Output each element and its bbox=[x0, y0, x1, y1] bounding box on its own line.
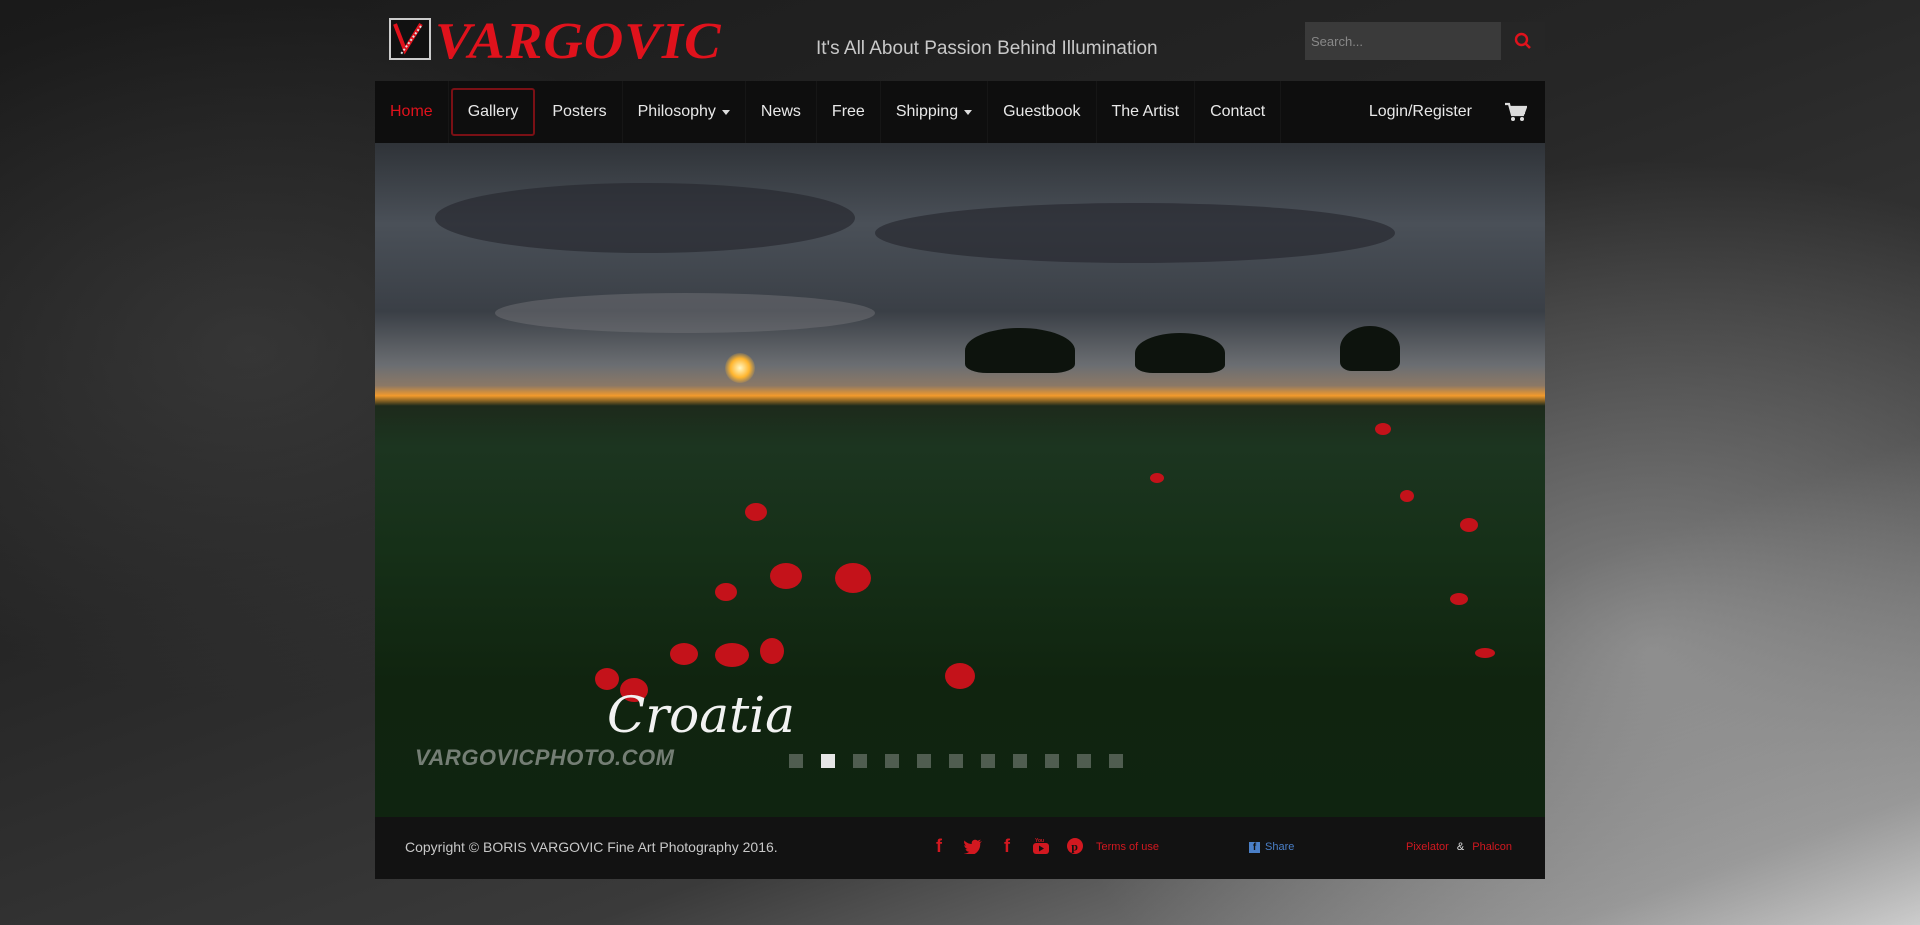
nav-label: Philosophy bbox=[637, 103, 716, 120]
login-label: Login/Register bbox=[1368, 103, 1472, 120]
search-icon bbox=[1514, 32, 1531, 49]
social-links: f f You p bbox=[929, 836, 1085, 856]
youtube-icon[interactable]: You bbox=[1031, 836, 1051, 856]
nav-gallery[interactable]: Gallery bbox=[450, 88, 536, 136]
nav-label: Posters bbox=[552, 103, 607, 120]
nav-label: Free bbox=[831, 103, 865, 120]
slider-dot[interactable] bbox=[917, 754, 931, 768]
twitter-icon[interactable] bbox=[963, 836, 983, 856]
nav-label: News bbox=[760, 103, 801, 120]
facebook-icon[interactable]: f bbox=[997, 836, 1017, 856]
slider-dot[interactable] bbox=[949, 754, 963, 768]
slider-dot[interactable] bbox=[981, 754, 995, 768]
nav-free[interactable]: Free bbox=[817, 81, 881, 143]
nav-philosophy[interactable]: Philosophy bbox=[623, 81, 746, 143]
cart-icon bbox=[1505, 102, 1527, 121]
nav-the-artist[interactable]: The Artist bbox=[1097, 81, 1196, 143]
footer: Copyright © BORIS VARGOVIC Fine Art Phot… bbox=[375, 817, 1545, 879]
slider-dot[interactable] bbox=[1045, 754, 1059, 768]
caret-down-icon bbox=[964, 109, 973, 115]
slider-dot[interactable] bbox=[789, 754, 803, 768]
copyright-text: Copyright © BORIS VARGOVIC Fine Art Phot… bbox=[405, 839, 778, 855]
terms-of-use-link[interactable]: Terms of use bbox=[1096, 841, 1159, 853]
slider-dot[interactable] bbox=[853, 754, 867, 768]
nav-label: Shipping bbox=[895, 103, 959, 120]
search-input[interactable] bbox=[1305, 22, 1501, 60]
slider-dot[interactable] bbox=[1109, 754, 1123, 768]
main-navbar: Home Gallery Posters Philosophy News Fre… bbox=[375, 81, 1545, 143]
facebook-share-button[interactable]: f Share bbox=[1249, 841, 1294, 853]
credits: Pixelator & Phalcon bbox=[1406, 841, 1512, 853]
slider-dot[interactable] bbox=[1077, 754, 1091, 768]
nav-news[interactable]: News bbox=[746, 81, 817, 143]
search-bar bbox=[1305, 22, 1545, 60]
watermark: VARGOVICPHOTO.COM bbox=[415, 745, 675, 770]
login-register-link[interactable]: Login/Register bbox=[1354, 81, 1487, 143]
hero-slider[interactable]: Croatia VARGOVICPHOTO.COM bbox=[375, 143, 1545, 817]
caret-down-icon bbox=[721, 109, 730, 115]
credit-separator: & bbox=[1456, 841, 1465, 853]
pinterest-icon[interactable]: p bbox=[1065, 836, 1085, 856]
nav-home[interactable]: Home bbox=[375, 81, 449, 143]
slider-pagination bbox=[789, 754, 1123, 768]
slider-dot[interactable] bbox=[885, 754, 899, 768]
logo-text[interactable]: VARGOVIC bbox=[435, 12, 722, 71]
nav-label: Contact bbox=[1210, 103, 1266, 120]
facebook-icon[interactable]: f bbox=[929, 836, 949, 856]
logo-icon[interactable] bbox=[389, 18, 431, 60]
nav-label: Home bbox=[390, 103, 433, 120]
share-label: Share bbox=[1265, 841, 1295, 853]
svg-text:p: p bbox=[1071, 840, 1078, 854]
nav-guestbook[interactable]: Guestbook bbox=[988, 81, 1097, 143]
nav-label: The Artist bbox=[1111, 103, 1180, 120]
nav-right: Login/Register bbox=[1354, 81, 1545, 143]
phalcon-link[interactable]: Phalcon bbox=[1472, 841, 1512, 853]
nav-label: Guestbook bbox=[1003, 103, 1081, 120]
nav-posters[interactable]: Posters bbox=[537, 81, 623, 143]
nav-shipping[interactable]: Shipping bbox=[881, 81, 989, 143]
svg-text:You: You bbox=[1035, 838, 1044, 844]
slide-caption: Croatia bbox=[607, 686, 795, 744]
facebook-square-icon: f bbox=[1249, 841, 1260, 853]
pixelator-link[interactable]: Pixelator bbox=[1406, 841, 1449, 853]
sun bbox=[725, 353, 755, 383]
slider-dot[interactable] bbox=[821, 754, 835, 768]
slider-dot[interactable] bbox=[1013, 754, 1027, 768]
nav-contact[interactable]: Contact bbox=[1195, 81, 1282, 143]
search-button[interactable] bbox=[1501, 22, 1545, 60]
cart-button[interactable] bbox=[1487, 81, 1545, 143]
nav-label: Gallery bbox=[467, 103, 519, 120]
tagline: It's All About Passion Behind Illuminati… bbox=[816, 38, 1158, 59]
